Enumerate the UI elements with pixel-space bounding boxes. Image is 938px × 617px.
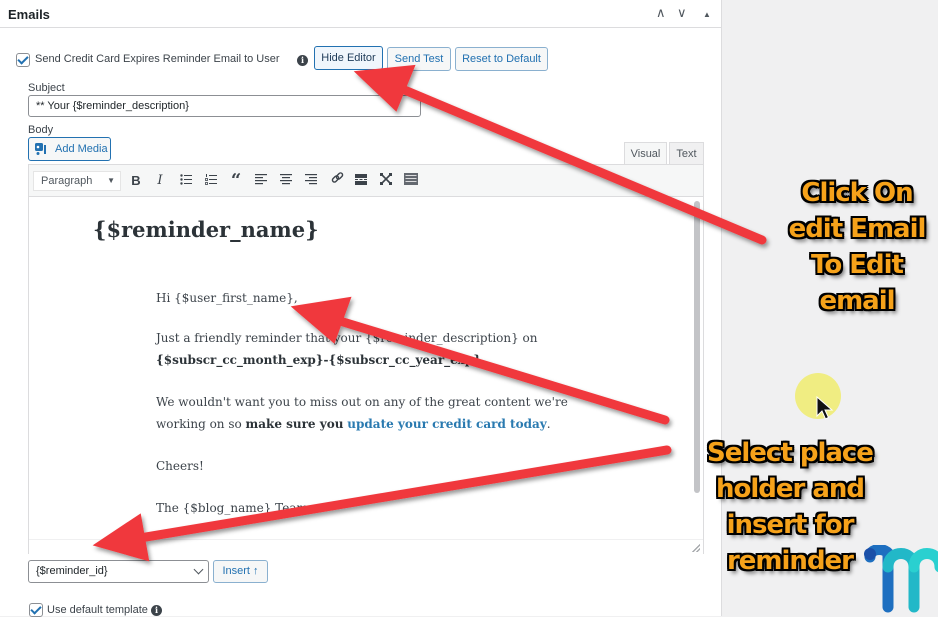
caption-line: reminder — [726, 546, 854, 576]
reminder-heading: {$reminder_name} — [93, 217, 319, 242]
caption-line: To Edit — [811, 250, 904, 280]
placeholder-select-value: {$reminder_id} — [36, 565, 108, 577]
mouse-pointer-icon — [816, 396, 834, 420]
caption-line: Select place — [707, 438, 874, 468]
italic-icon[interactable]: I — [150, 172, 170, 190]
cheers-paragraph: Cheers! — [156, 459, 204, 473]
read-more-icon[interactable] — [351, 172, 371, 190]
info-icon[interactable]: i — [297, 55, 308, 66]
bulleted-list-icon[interactable] — [176, 172, 196, 190]
link-icon[interactable] — [327, 172, 347, 190]
update-card-link[interactable]: update your credit card today — [347, 417, 546, 431]
send-reminder-label: Send Credit Card Expires Reminder Email … — [35, 53, 280, 65]
blockquote-icon[interactable]: “ — [226, 172, 246, 190]
reset-default-button[interactable]: Reset to Default — [455, 47, 548, 71]
format-select-value: Paragraph — [41, 175, 93, 187]
caption-line: Click On — [801, 178, 913, 208]
move-down-icon[interactable]: ∨ — [677, 5, 687, 21]
body-label: Body — [28, 124, 54, 136]
body-editor: Paragraph ▼ B I “ {$reminder_name} Hi {$… — [28, 164, 704, 554]
default-template-label: Use default template — [47, 604, 148, 616]
tab-text[interactable]: Text — [669, 142, 704, 165]
add-media-label: Add Media — [55, 143, 108, 155]
add-media-button[interactable]: Add Media — [28, 137, 111, 161]
signature-paragraph: The {$blog_name} Team — [156, 501, 308, 515]
reminder-text: Just a friendly reminder that your {$rem… — [156, 331, 538, 345]
subject-input[interactable]: ** Your {$reminder_description} — [28, 95, 421, 117]
caption-line: insert for — [726, 510, 855, 540]
emails-panel: Emails ∧ ∨ ▲ Send Credit Card Expires Re… — [0, 0, 722, 617]
reminder-paragraph: Just a friendly reminder that your {$rem… — [156, 327, 538, 371]
fullscreen-icon[interactable] — [376, 172, 396, 190]
editor-content[interactable]: {$reminder_name} Hi {$user_first_name}, … — [29, 197, 691, 539]
brand-logo-icon — [864, 545, 938, 613]
media-icon — [35, 143, 46, 155]
editor-statusbar — [29, 539, 703, 554]
format-select[interactable]: Paragraph ▼ — [33, 171, 121, 191]
send-test-button[interactable]: Send Test — [387, 47, 451, 71]
collapse-icon[interactable]: ▲ — [703, 7, 711, 23]
default-template-info-icon[interactable]: i — [151, 605, 162, 616]
hide-editor-button[interactable]: Hide Editor — [314, 46, 383, 70]
caption-line: edit Email — [788, 214, 927, 244]
period: . — [546, 417, 551, 431]
content-paragraph: We wouldn't want you to miss out on any … — [156, 391, 568, 435]
caption-line: holder and — [715, 474, 865, 504]
caption-line: email — [819, 286, 895, 316]
content-text-2: working on so — [156, 417, 246, 431]
panel-title: Emails — [8, 7, 50, 22]
tab-visual[interactable]: Visual — [624, 142, 667, 165]
content-text: We wouldn't want you to miss out on any … — [156, 395, 568, 409]
subject-label: Subject — [28, 82, 65, 94]
send-reminder-checkbox[interactable] — [16, 53, 30, 67]
chevron-down-icon — [193, 564, 204, 575]
numbered-list-icon[interactable] — [201, 172, 221, 190]
align-center-icon[interactable] — [276, 172, 296, 190]
panel-header: Emails ∧ ∨ ▲ — [0, 0, 722, 28]
editor-toolbar: Paragraph ▼ B I “ — [29, 165, 703, 197]
make-sure-text: make sure you — [245, 417, 344, 431]
align-left-icon[interactable] — [251, 172, 271, 190]
move-up-icon[interactable]: ∧ — [656, 5, 666, 21]
period: . — [481, 353, 485, 367]
align-right-icon[interactable] — [301, 172, 321, 190]
caret-down-icon: ▼ — [107, 176, 115, 185]
bold-icon[interactable]: B — [126, 172, 146, 190]
insert-button[interactable]: Insert ↑ — [213, 560, 268, 583]
expiry-placeholder: {$subscr_cc_month_exp}-{$subscr_cc_year_… — [156, 353, 482, 367]
default-template-checkbox[interactable] — [29, 603, 43, 617]
caption-select-placeholder: Select place holder and insert for remin… — [690, 435, 890, 579]
caption-edit-email: Click On edit Email To Edit email — [772, 175, 938, 319]
greeting-paragraph: Hi {$user_first_name}, — [156, 291, 298, 305]
placeholder-select[interactable]: {$reminder_id} — [28, 560, 209, 583]
toolbar-toggle-icon[interactable] — [401, 172, 421, 190]
